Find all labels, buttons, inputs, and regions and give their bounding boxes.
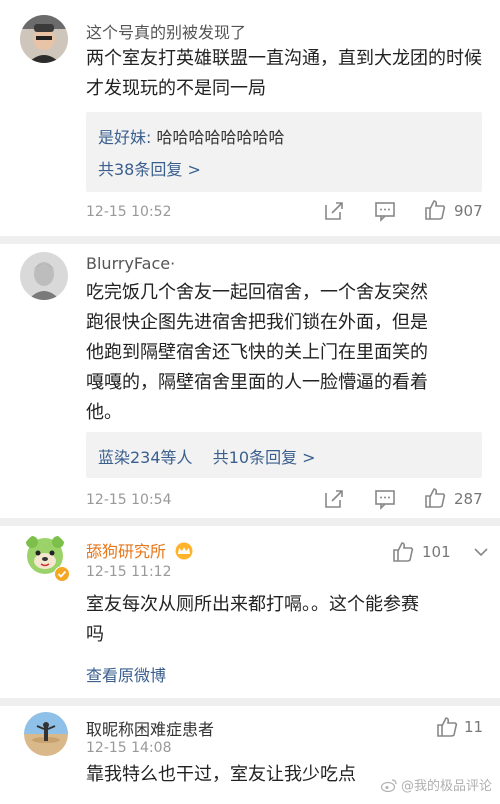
- like-count: 101: [422, 543, 451, 561]
- text-line: 嘎嘎的，隔壁宿舍里面的人一脸懵逼的看着: [86, 372, 428, 393]
- more-chevron-icon[interactable]: [470, 541, 492, 563]
- weibo-logo-icon: [380, 778, 397, 792]
- like-count: 11: [464, 718, 484, 736]
- reply-count-link[interactable]: 共38条回复 >: [98, 156, 201, 180]
- text-line: 室友每次从厕所出来都打嗝。。这个能参赛: [86, 594, 419, 615]
- username[interactable]: 取昵称困难症患者: [86, 716, 214, 740]
- reply-text: 哈哈哈哈哈哈哈哈: [156, 128, 285, 147]
- separator: [0, 236, 500, 244]
- comment-icon[interactable]: [374, 200, 396, 222]
- separator: [0, 698, 500, 706]
- like-icon[interactable]: [436, 716, 458, 738]
- like-count: 287: [454, 490, 483, 508]
- reply-author[interactable]: 是好妹:: [98, 128, 151, 147]
- text-line: 他。: [86, 402, 122, 423]
- avatar[interactable]: [20, 252, 68, 300]
- comment-text: 室友每次从厕所出来都打嗝。。这个能参赛 吗: [86, 590, 486, 650]
- watermark: @我的极品评论: [380, 775, 492, 794]
- separator: [0, 518, 500, 526]
- username[interactable]: BlurryFace·: [86, 254, 175, 273]
- watermark-text: @我的极品评论: [400, 779, 492, 794]
- username-text: 舔狗研究所: [86, 542, 167, 561]
- timestamp: 12-15 10:52: [86, 204, 172, 220]
- liked-by-link[interactable]: 蓝染234等人: [98, 448, 193, 467]
- share-icon[interactable]: [323, 488, 345, 510]
- verified-badge-icon: [54, 566, 70, 582]
- view-original-link[interactable]: 查看原微博: [86, 662, 166, 686]
- avatar[interactable]: [24, 712, 68, 756]
- reply-line: 是好妹: 哈哈哈哈哈哈哈哈: [98, 124, 285, 148]
- comment-text: 吃完饭几个舍友一起回宿舍，一个舍友突然 跑很快企图先进宿舍把我们锁在外面，但是 …: [86, 278, 486, 428]
- comment-text: 两个室友打英雄联盟一直沟通，直到大龙团的时候才发现玩的不是同一局: [86, 48, 482, 99]
- text-line: 他跑到隔壁宿舍还飞快的关上门在里面笑的: [86, 342, 428, 363]
- comment-text: 靠我特么也干过，室友让我少吃点: [86, 764, 356, 785]
- reply-preview[interactable]: 蓝染234等人 共10条回复 >: [86, 432, 482, 478]
- text-line: 吃完饭几个舍友一起回宿舍，一个舍友突然: [86, 282, 428, 303]
- share-icon[interactable]: [323, 200, 345, 222]
- comment-1: 这个号真的别被发现了 两个室友打英雄联盟一直沟通，直到大龙团的时候才发现玩的不是…: [0, 0, 500, 236]
- username[interactable]: 舔狗研究所: [86, 538, 194, 564]
- member-crown-icon: [174, 542, 194, 564]
- timestamp: 12-15 14:08: [86, 740, 172, 756]
- like-icon[interactable]: [424, 199, 446, 221]
- timestamp: 12-15 11:12: [86, 564, 172, 580]
- avatar[interactable]: [20, 15, 68, 63]
- reply-summary: 蓝染234等人 共10条回复 >: [98, 444, 316, 468]
- comment-2: BlurryFace· 吃完饭几个舍友一起回宿舍，一个舍友突然 跑很快企图先进宿…: [0, 244, 500, 522]
- text-line: 跑很快企图先进宿舍把我们锁在外面，但是: [86, 312, 428, 333]
- text-line: 吗: [86, 624, 104, 645]
- comment-3: 舔狗研究所 12-15 11:12 101 室友每次从厕所出来都打嗝。。这个能参…: [0, 526, 500, 698]
- reply-count-link[interactable]: 共10条回复 >: [213, 448, 316, 467]
- timestamp: 12-15 10:54: [86, 492, 172, 508]
- reply-preview[interactable]: 是好妹: 哈哈哈哈哈哈哈哈 共38条回复 >: [86, 112, 482, 192]
- like-icon[interactable]: [392, 541, 414, 563]
- comment-icon[interactable]: [374, 488, 396, 510]
- like-icon[interactable]: [424, 487, 446, 509]
- like-count: 907: [454, 202, 483, 220]
- username[interactable]: 这个号真的别被发现了: [86, 19, 246, 43]
